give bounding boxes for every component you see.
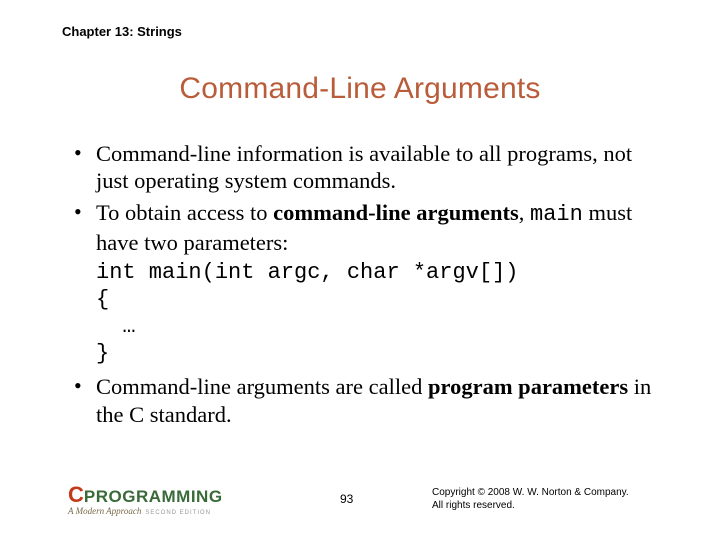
- bullet-list-2: Command-line arguments are called progra…: [70, 373, 665, 428]
- bullet-list: Command-line information is available to…: [70, 140, 665, 256]
- copyright-block: Copyright © 2008 W. W. Norton & Company.…: [432, 486, 629, 512]
- text-fragment: Command-line arguments are called: [96, 374, 428, 399]
- chapter-label: Chapter 13: Strings: [62, 24, 182, 39]
- bullet-item-2: To obtain access to command-line argumen…: [70, 199, 665, 256]
- code-block: int main(int argc, char *argv[]) { … }: [96, 260, 665, 367]
- logo-programming-word: PROGRAMMING: [84, 487, 223, 507]
- bullet-item-1: Command-line information is available to…: [70, 140, 665, 195]
- page-number: 93: [340, 492, 353, 506]
- code-inline: main: [530, 202, 583, 227]
- bold-term: command-line arguments: [273, 200, 519, 225]
- book-logo: CPROGRAMMING A Modern Approach SECOND EDI…: [68, 482, 223, 516]
- logo-subtitle: A Modern Approach SECOND EDITION: [68, 506, 223, 516]
- bold-term: program parameters: [428, 374, 628, 399]
- text-fragment: To obtain access to: [96, 200, 273, 225]
- logo-edition: SECOND EDITION: [145, 510, 211, 516]
- logo-c-letter: C: [68, 482, 83, 508]
- footer: CPROGRAMMING A Modern Approach SECOND EDI…: [0, 474, 720, 520]
- copyright-line-1: Copyright © 2008 W. W. Norton & Company.: [432, 486, 629, 499]
- slide-title: Command-Line Arguments: [0, 72, 720, 106]
- text-fragment: ,: [519, 200, 530, 225]
- slide-content: Command-line information is available to…: [70, 140, 665, 432]
- logo-subtitle-text: A Modern Approach: [68, 506, 141, 516]
- bullet-item-3: Command-line arguments are called progra…: [70, 373, 665, 428]
- logo-title-row: CPROGRAMMING: [68, 482, 223, 508]
- copyright-line-2: All rights reserved.: [432, 499, 629, 512]
